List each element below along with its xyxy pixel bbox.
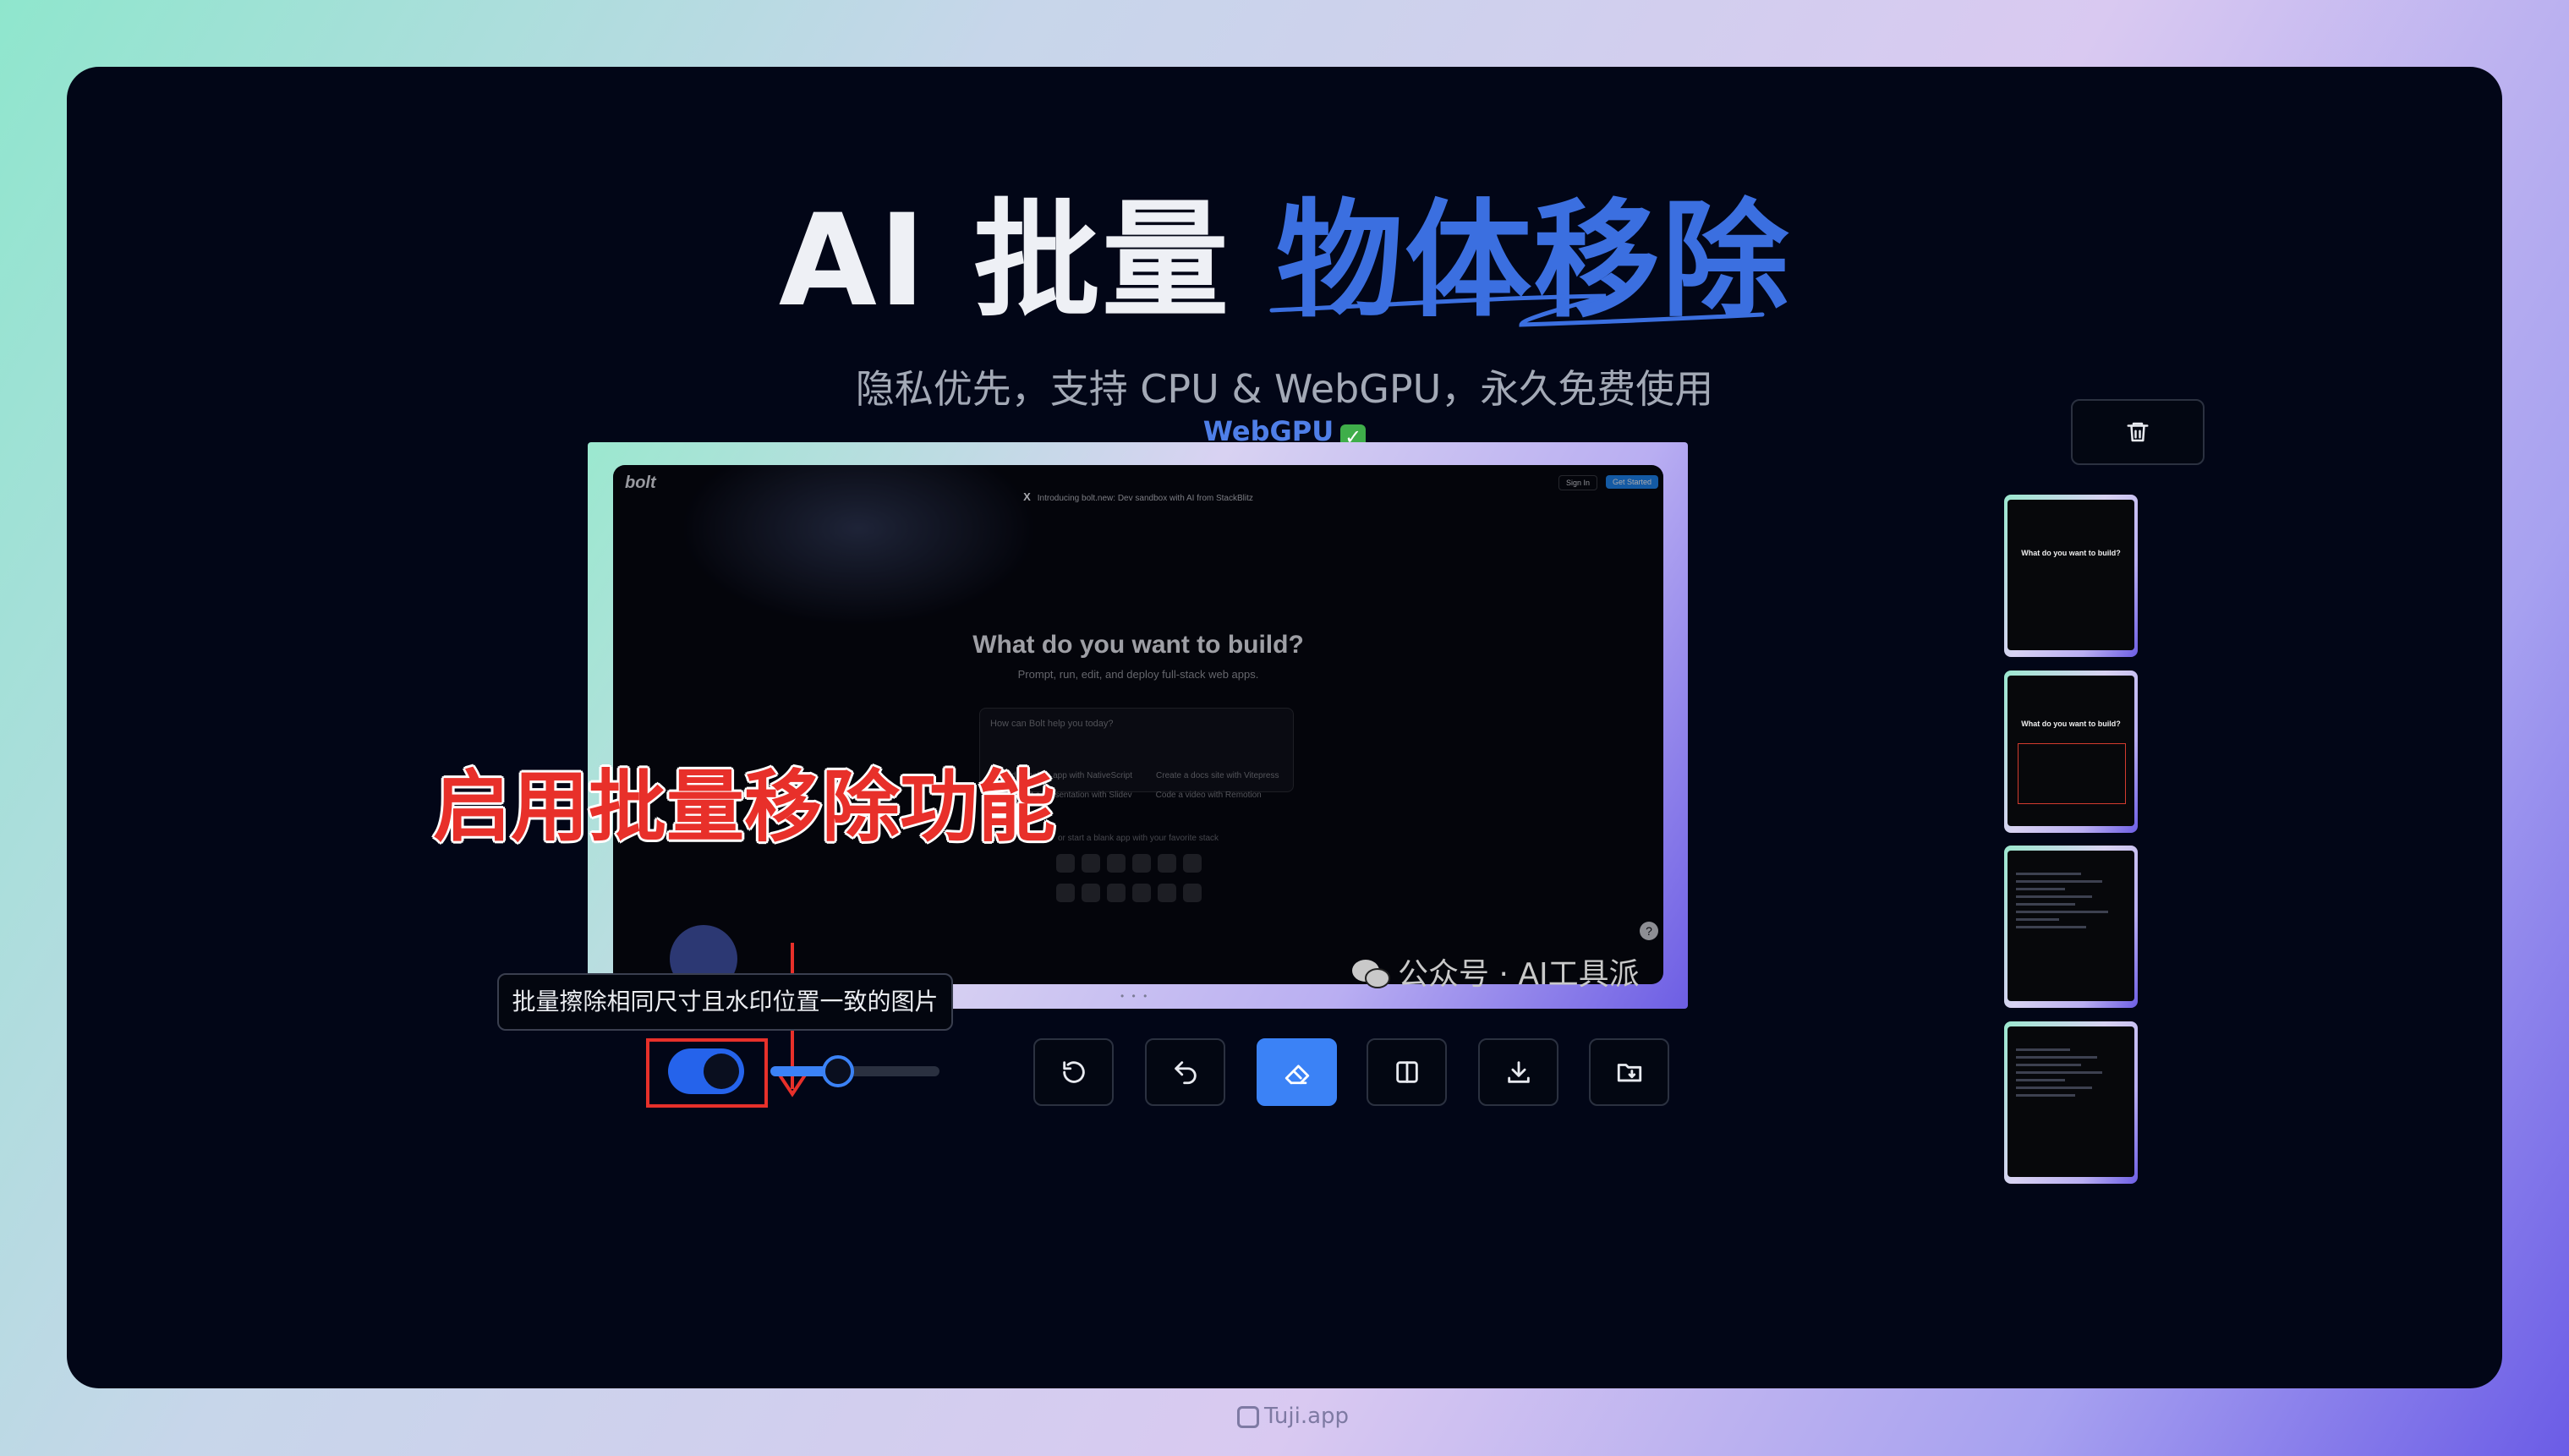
thumbnail-caption: What do you want to build? [2021, 549, 2121, 557]
reset-icon [1062, 1061, 1085, 1083]
title-part1: AI 批量 [778, 188, 1230, 335]
footer-text: Tuji.app [1264, 1404, 1350, 1429]
reset-button[interactable] [1033, 1038, 1114, 1106]
scribble-underline-icon [1269, 293, 1765, 327]
delete-button[interactable] [2071, 399, 2205, 465]
pager-dots: • • • [1120, 990, 1150, 1002]
save-to-folder-button[interactable] [1589, 1038, 1669, 1106]
thumbnail-item[interactable] [2004, 846, 2138, 1008]
trash-icon [2127, 422, 2149, 442]
watermark-text: 公众号 · AI工具派 [1398, 957, 1640, 992]
download-icon [1507, 1061, 1530, 1083]
thumbnail-item[interactable]: What do you want to build? [2004, 671, 2138, 833]
image-preview[interactable]: bolt X Introducing bolt.new: Dev sandbox … [588, 442, 1688, 1009]
undo-button[interactable] [1145, 1038, 1225, 1106]
thumbnail-image [2008, 851, 2134, 1001]
compare-icon [1395, 1061, 1418, 1083]
eraser-button[interactable] [1257, 1038, 1337, 1106]
page-title: AI 批量 物体移除 [67, 185, 2502, 337]
wechat-icon [1352, 960, 1390, 988]
thumbnail-image [2008, 1026, 2134, 1177]
title-accent: 物体移除 [1269, 188, 1790, 335]
thumbnail-code-box [2018, 743, 2126, 804]
brush-size-slider[interactable] [770, 1055, 939, 1087]
watermark: 公众号 · AI工具派 [1350, 950, 1640, 993]
highlight-box [646, 1038, 768, 1108]
thumbnail-code [2016, 868, 2124, 986]
thumbnail-image: What do you want to build? [2008, 500, 2134, 650]
thumbnail-item[interactable]: What do you want to build? [2004, 495, 2138, 657]
preview-canvas[interactable]: bolt X Introducing bolt.new: Dev sandbox … [613, 465, 1663, 984]
preview-overlay [613, 465, 1663, 984]
annotation-label: 启用批量移除功能 [433, 762, 1056, 852]
thumbnail-image: What do you want to build? [2008, 676, 2134, 826]
compare-button[interactable] [1367, 1038, 1447, 1106]
footer-brand: Tuji.app [1237, 1404, 1349, 1429]
slider-thumb[interactable] [822, 1055, 854, 1087]
download-button[interactable] [1478, 1038, 1558, 1106]
thumbnail-caption: What do you want to build? [2021, 720, 2121, 728]
tuji-logo-icon [1237, 1406, 1259, 1428]
thumbnail-item[interactable] [2004, 1021, 2138, 1184]
eraser-icon [1284, 1065, 1309, 1085]
save-folder-icon [1617, 1064, 1641, 1082]
undo-icon [1174, 1061, 1197, 1085]
thumbnail-code [2016, 1043, 2124, 1162]
batch-tooltip: 批量擦除相同尺寸且水印位置一致的图片 [497, 973, 953, 1031]
